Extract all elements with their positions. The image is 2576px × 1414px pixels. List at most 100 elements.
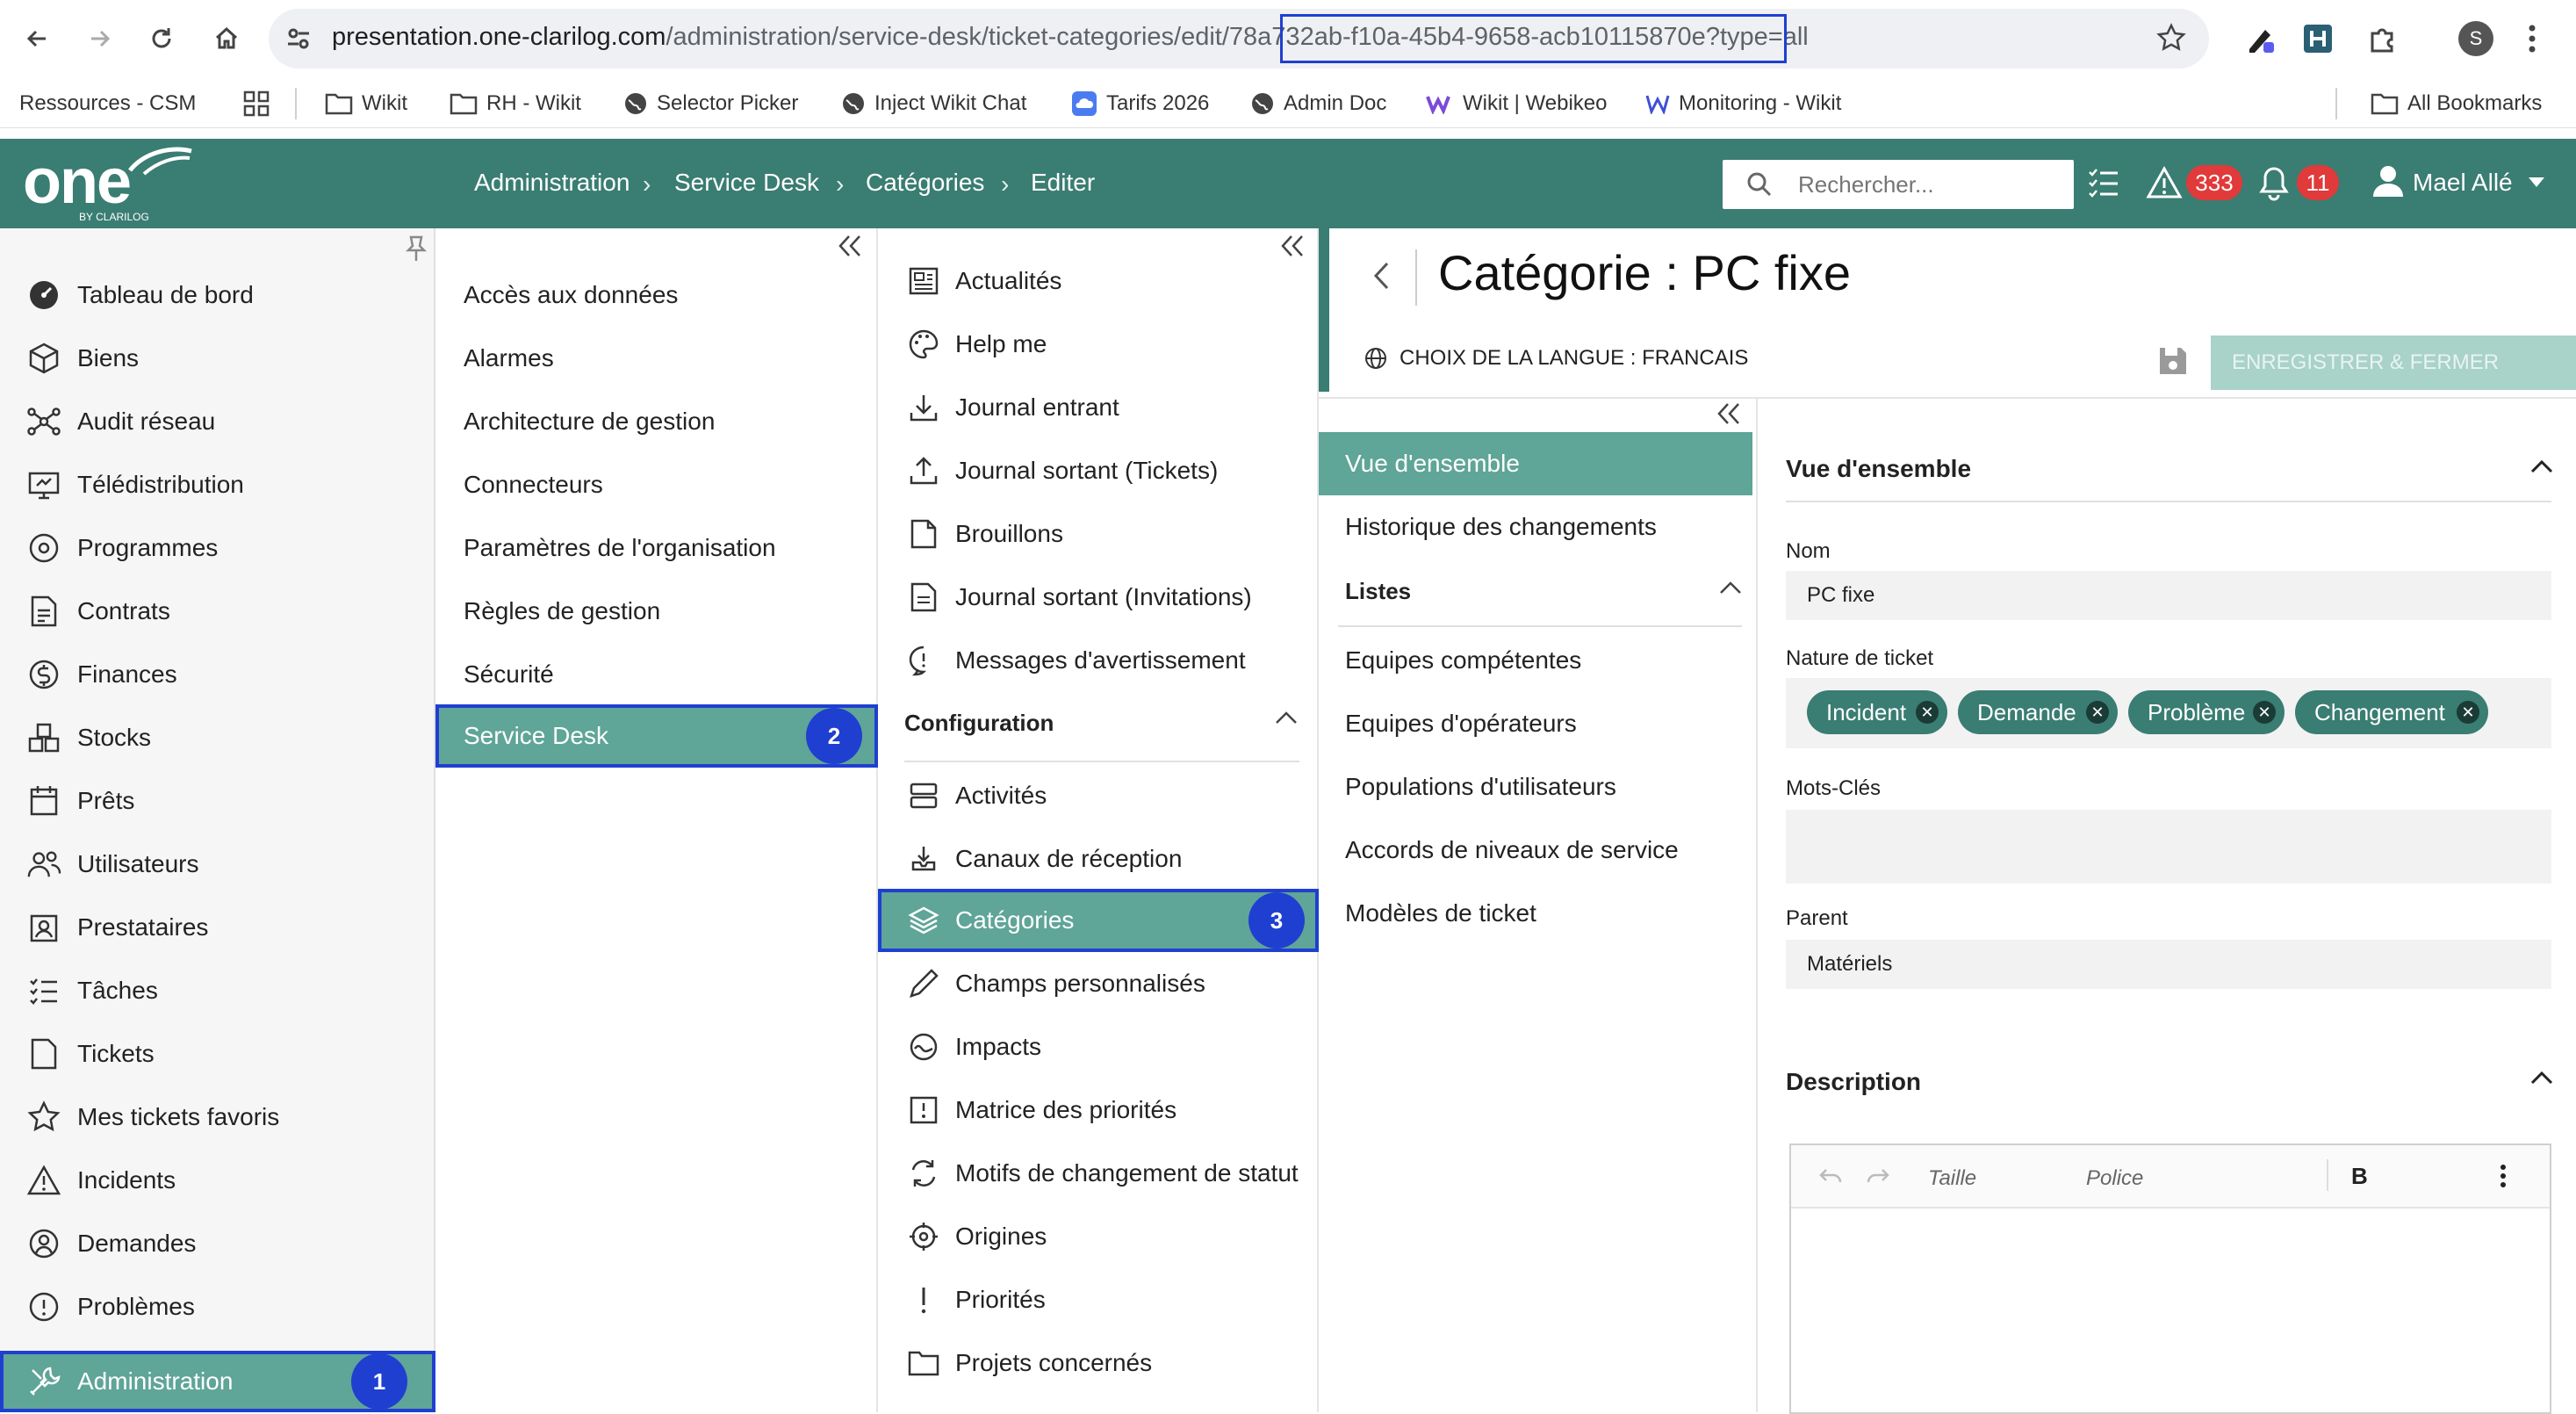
breadcrumb-categories[interactable]: Catégories xyxy=(866,169,984,197)
bookmark-selector-picker[interactable]: Selector Picker xyxy=(623,88,798,119)
language-selector[interactable]: CHOIX DE LA LANGUE : FRANCAIS xyxy=(1364,346,1748,371)
menu-item-matrice-des-priorites[interactable]: Matrice des priorités xyxy=(878,1079,1319,1142)
menu-item-activites[interactable]: Activités xyxy=(878,764,1319,827)
notification-bell-icon[interactable] xyxy=(2256,165,2292,202)
menu-item-journal-entrant[interactable]: Journal entrant xyxy=(878,376,1319,439)
incident-warning-icon[interactable] xyxy=(2146,165,2183,200)
reload-icon[interactable] xyxy=(140,18,183,60)
sidebar-item-audit-reseau[interactable]: Audit réseau xyxy=(0,390,435,453)
font-size-select[interactable]: Taille xyxy=(1928,1166,1976,1191)
nav-vue-ensemble[interactable]: Vue d'ensemble xyxy=(1319,432,1752,495)
sidebar-item-prestataires[interactable]: Prestataires xyxy=(0,896,435,959)
collapse-double-chevron-icon[interactable] xyxy=(832,228,867,263)
sidebar-item-contrats[interactable]: Contrats xyxy=(0,580,435,643)
collapse-double-chevron-icon[interactable] xyxy=(1716,402,1742,425)
parent-field[interactable]: Matériels xyxy=(1786,940,2551,989)
address-bar[interactable]: presentation.one-clarilog.com/administra… xyxy=(269,9,2209,69)
menu-item-impacts[interactable]: Impacts xyxy=(878,1015,1319,1079)
chip-remove-icon[interactable]: ✕ xyxy=(2086,701,2109,724)
section-collapse-chevron-icon[interactable] xyxy=(1719,580,1742,595)
all-bookmarks[interactable]: All Bookmarks xyxy=(2371,88,2542,119)
submenu-item-connecteurs[interactable]: Connecteurs xyxy=(435,453,878,516)
sidebar-item-prets[interactable]: Prêts xyxy=(0,769,435,833)
font-family-select[interactable]: Police xyxy=(2086,1166,2143,1191)
bookmark-monitoring-wikit[interactable]: Monitoring - Wikit xyxy=(1645,88,1841,119)
sidebar-item-taches[interactable]: Tâches xyxy=(0,959,435,1022)
nav-historique-changements[interactable]: Historique des changements xyxy=(1319,495,1752,559)
nav-equipes-competentes[interactable]: Equipes compétentes xyxy=(1319,629,1752,692)
nav-equipes-operateurs[interactable]: Equipes d'opérateurs xyxy=(1319,692,1752,755)
menu-item-origines[interactable]: Origines xyxy=(878,1205,1319,1268)
chip-remove-icon[interactable]: ✕ xyxy=(2457,701,2479,724)
sidebar-item-problemes[interactable]: Problèmes xyxy=(0,1275,435,1338)
chip-remove-icon[interactable]: ✕ xyxy=(1916,701,1939,724)
notification-count-badge[interactable]: 11 xyxy=(2297,165,2339,200)
bookmark-tarifs-2026[interactable]: Tarifs 2026 xyxy=(1071,88,1209,119)
submenu-item-architecture-de-gestion[interactable]: Architecture de gestion xyxy=(435,390,878,453)
incident-count-badge[interactable]: 333 xyxy=(2186,165,2242,200)
section-collapse-chevron-icon[interactable] xyxy=(1275,710,1298,725)
menu-item-champs-personnalises[interactable]: Champs personnalisés xyxy=(878,952,1319,1015)
sidebar-item-administration[interactable]: Administration 1 xyxy=(0,1351,435,1412)
home-icon[interactable] xyxy=(205,18,248,60)
sidebar-item-finances[interactable]: Finances xyxy=(0,643,435,706)
nature-tag-field[interactable]: Incident ✕ Demande ✕ Problème ✕ Changement ✕ xyxy=(1786,678,2551,748)
undo-icon[interactable] xyxy=(1817,1166,1844,1186)
nav-modeles-de-ticket[interactable]: Modèles de ticket xyxy=(1319,882,1752,945)
menu-item-journal-sortant-tickets[interactable]: Journal sortant (Tickets) xyxy=(878,439,1319,502)
forward-icon[interactable] xyxy=(79,18,121,60)
chip-remove-icon[interactable]: ✕ xyxy=(2253,701,2276,724)
sidebar-item-stocks[interactable]: Stocks xyxy=(0,706,435,769)
clarilog-logo[interactable]: one BY CLARILOG xyxy=(23,144,192,223)
keywords-field[interactable] xyxy=(1786,810,2551,884)
bold-button[interactable]: B xyxy=(2351,1163,2368,1190)
submenu-item-service-desk[interactable]: Service Desk 2 xyxy=(435,704,878,768)
menu-item-canaux-de-reception[interactable]: Canaux de réception xyxy=(878,827,1319,891)
bookmark-admin-doc[interactable]: Admin Doc xyxy=(1250,88,1386,119)
sidebar-item-tickets[interactable]: Tickets xyxy=(0,1022,435,1086)
sidebar-item-incidents[interactable]: Incidents xyxy=(0,1149,435,1212)
sidebar-item-demandes[interactable]: Demandes xyxy=(0,1212,435,1275)
sidebar-item-tableau-de-bord[interactable]: Tableau de bord xyxy=(0,263,435,327)
bookmark-wikit-webikeo[interactable]: Wikit | Webikeo xyxy=(1426,88,1608,119)
breadcrumb-administration[interactable]: Administration xyxy=(474,169,630,197)
sidebar-item-utilisateurs[interactable]: Utilisateurs xyxy=(0,833,435,896)
submenu-item-securite[interactable]: Sécurité xyxy=(435,643,878,706)
section-collapse-chevron-icon[interactable] xyxy=(2530,1070,2553,1086)
nav-populations-utilisateurs[interactable]: Populations d'utilisateurs xyxy=(1319,755,1752,819)
breadcrumb-service-desk[interactable]: Service Desk xyxy=(674,169,819,197)
bookmark-rh-wikit[interactable]: RH - Wikit xyxy=(450,88,581,119)
menu-item-journal-sortant-invitations[interactable]: Journal sortant (Invitations) xyxy=(878,566,1319,629)
tasks-checklist-icon[interactable] xyxy=(2086,165,2121,200)
sidebar-item-mes-tickets-favoris[interactable]: Mes tickets favoris xyxy=(0,1086,435,1149)
back-icon[interactable] xyxy=(16,18,58,60)
submenu-item-parametres-organisation[interactable]: Paramètres de l'organisation xyxy=(435,516,878,580)
name-field[interactable]: PC fixe xyxy=(1786,571,2551,620)
sidebar-item-biens[interactable]: Biens xyxy=(0,327,435,390)
nav-accords-niveaux-service[interactable]: Accords de niveaux de service xyxy=(1319,819,1752,882)
site-info-icon[interactable] xyxy=(284,25,313,53)
user-name[interactable]: Mael Allé xyxy=(2413,169,2513,197)
bookmark-inject-wikit-chat[interactable]: Inject Wikit Chat xyxy=(841,88,1026,119)
menu-item-brouillons[interactable]: Brouillons xyxy=(878,502,1319,566)
more-options-icon[interactable] xyxy=(2499,1163,2508,1189)
submenu-item-regles-de-gestion[interactable]: Règles de gestion xyxy=(435,580,878,643)
user-menu-caret-icon[interactable] xyxy=(2529,177,2544,188)
menu-item-projets-concernes[interactable]: Projets concernés xyxy=(878,1331,1319,1395)
sidebar-item-teledistribution[interactable]: Télédistribution xyxy=(0,453,435,516)
profile-avatar[interactable]: S xyxy=(2458,21,2493,56)
save-floppy-icon[interactable] xyxy=(2156,344,2190,378)
menu-item-actualites[interactable]: Actualités xyxy=(878,249,1319,313)
menu-item-categories[interactable]: Catégories 3 xyxy=(878,889,1319,952)
description-editor[interactable]: Taille Police B xyxy=(1789,1143,2551,1414)
menu-item-motifs-changement-statut[interactable]: Motifs de changement de statut xyxy=(878,1142,1319,1205)
browser-menu-icon[interactable] xyxy=(2525,21,2539,56)
back-chevron-icon[interactable] xyxy=(1371,260,1391,292)
menu-item-priorites[interactable]: Priorités xyxy=(878,1268,1319,1331)
pin-icon[interactable] xyxy=(406,235,427,262)
sidebar-item-programmes[interactable]: Programmes xyxy=(0,516,435,580)
search-input[interactable] xyxy=(1798,169,2062,200)
apps-grid-icon[interactable] xyxy=(242,90,270,118)
menu-item-help-me[interactable]: Help me xyxy=(878,313,1319,376)
bookmark-wikit[interactable]: Wikit xyxy=(325,88,407,119)
